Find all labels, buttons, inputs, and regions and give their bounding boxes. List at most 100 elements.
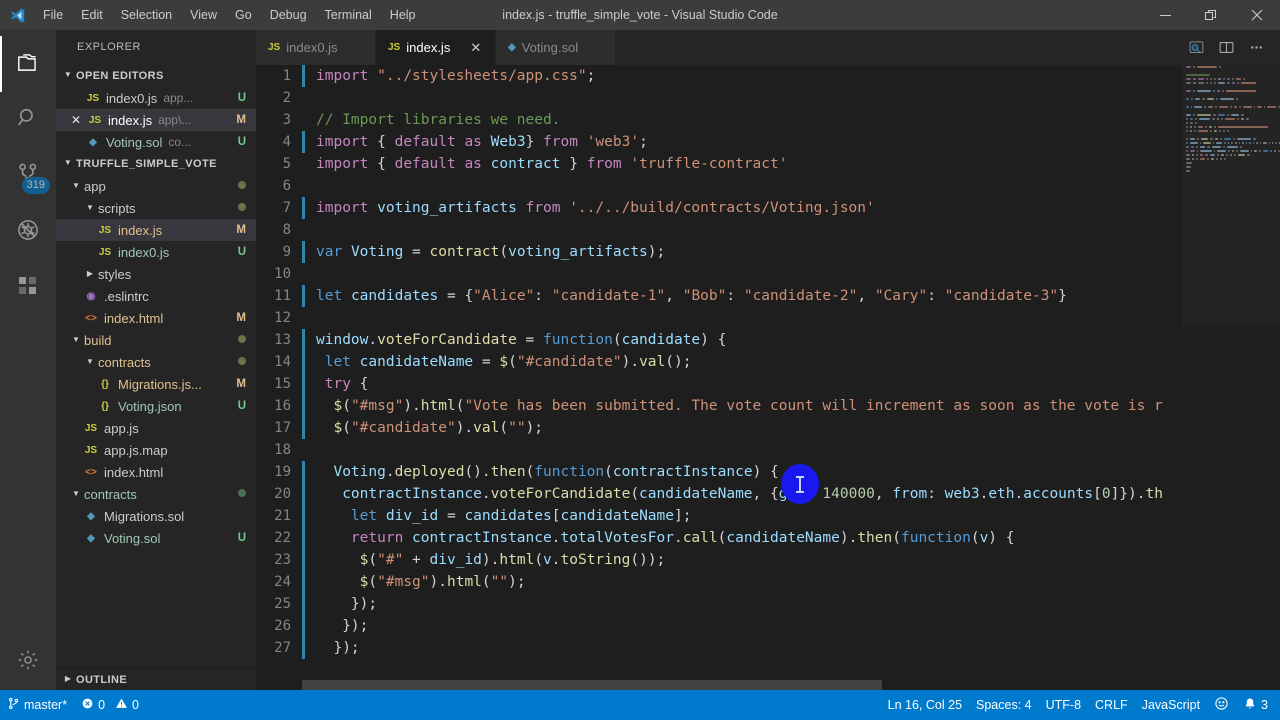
code-line[interactable]: 1 import "../stylesheets/app.css"; — [256, 65, 1280, 87]
code-text: import "../stylesheets/app.css"; — [316, 68, 596, 84]
code-line[interactable]: 14 let candidateName = $("#candidate").v… — [256, 351, 1280, 373]
menu-go[interactable]: Go — [226, 0, 261, 30]
open-editor-path: app\... — [158, 113, 192, 127]
code-line[interactable]: 15 try { — [256, 373, 1280, 395]
code-line[interactable]: 10 — [256, 263, 1280, 285]
activity-item-debug[interactable] — [0, 204, 56, 260]
menu-view[interactable]: View — [181, 0, 226, 30]
tree-item-migrations-sol[interactable]: ◆ Migrations.sol — [56, 505, 256, 527]
tree-item-contracts[interactable]: ▼ contracts — [56, 483, 256, 505]
status-branch[interactable]: master* — [0, 690, 74, 720]
section-outline[interactable]: ▶ OUTLINE — [56, 668, 256, 690]
tab-index0-js[interactable]: JS index0.js — [256, 30, 376, 65]
menu-debug[interactable]: Debug — [261, 0, 316, 30]
tab-label: index.js — [406, 40, 451, 55]
tree-item-scripts[interactable]: ▼ scripts — [56, 197, 256, 219]
tree-item-index-js[interactable]: JS index.js M — [56, 219, 256, 241]
tree-item-index-html-app[interactable]: <> index.html M — [56, 307, 256, 329]
activity-item-extensions[interactable] — [0, 260, 56, 316]
status-notifications[interactable]: 3 — [1236, 690, 1280, 720]
code-line[interactable]: 6 — [256, 175, 1280, 197]
activity-item-settings[interactable] — [0, 634, 56, 690]
ellipsis-icon[interactable] — [1242, 30, 1270, 65]
code-line[interactable]: 27 }); — [256, 637, 1280, 659]
code-line[interactable]: 9 var Voting = contract(voting_artifacts)… — [256, 241, 1280, 263]
split-editor-icon[interactable] — [1212, 30, 1240, 65]
restore-icon[interactable] — [1188, 0, 1234, 30]
warning-icon — [115, 697, 128, 713]
code-line[interactable]: 19 Voting.deployed().then(function(contr… — [256, 461, 1280, 483]
tree-item-app-js[interactable]: JS app.js — [56, 417, 256, 439]
open-editor-path: app... — [163, 91, 194, 105]
code-line[interactable]: 17 $("#candidate").val(""); — [256, 417, 1280, 439]
code-line[interactable]: 13 window.voteForCandidate = function(can… — [256, 329, 1280, 351]
horizontal-scrollbar[interactable] — [302, 680, 882, 690]
tree-item-label: index.html — [104, 310, 164, 326]
code-line[interactable]: 24 $("#msg").html(""); — [256, 571, 1280, 593]
open-editor-name: index.js — [108, 112, 153, 128]
code-text: let candidateName = $("#candidate").val(… — [324, 354, 692, 370]
code-editor[interactable]: 1 import "../stylesheets/app.css"; 2 3// Im… — [256, 65, 1280, 690]
minimap[interactable] — [1182, 65, 1280, 690]
menu-file[interactable]: File — [34, 0, 72, 30]
code-line[interactable]: 11 let candidates = {"Alice": "candidate-… — [256, 285, 1280, 307]
minimize-icon[interactable] — [1142, 0, 1188, 30]
code-line[interactable]: 3 // Import libraries we need. — [256, 109, 1280, 131]
preview-icon[interactable] — [1182, 30, 1210, 65]
code-line[interactable]: 2 — [256, 87, 1280, 109]
sidebar-explorer: EXPLORER ▼ OPEN EDITORS JS index0.js app… — [56, 30, 256, 690]
tree-item-styles[interactable]: ▶ styles — [56, 263, 256, 285]
menu-help[interactable]: Help — [381, 0, 425, 30]
status-feedback[interactable] — [1207, 690, 1236, 720]
code-line[interactable]: 25 }); — [256, 593, 1280, 615]
tree-item-voting-json[interactable]: {} Voting.json U — [56, 395, 256, 417]
code-line[interactable]: 8 — [256, 219, 1280, 241]
activity-item-explorer[interactable] — [0, 36, 56, 92]
code-line[interactable]: 12 — [256, 307, 1280, 329]
code-line[interactable]: 4 import { default as Web3} from 'web3'; — [256, 131, 1280, 153]
close-icon[interactable]: ✕ — [470, 40, 481, 56]
menu-selection[interactable]: Selection — [112, 0, 181, 30]
section-project-root[interactable]: ▼ TRUFFLE_SIMPLE_VOTE — [56, 153, 256, 175]
tab-index-js[interactable]: JS index.js ✕ — [376, 30, 496, 65]
tree-item-app-js-map[interactable]: JS app.js.map — [56, 439, 256, 461]
tree-item-voting-sol[interactable]: ◆ Voting.sol U — [56, 527, 256, 549]
tab-voting-sol[interactable]: ◆ Voting.sol — [496, 30, 616, 65]
code-line[interactable]: 21 let div_id = candidates[candidateName… — [256, 505, 1280, 527]
status-eol[interactable]: CRLF — [1088, 690, 1135, 720]
code-line[interactable]: 20 contractInstance.voteForCandidate(can… — [256, 483, 1280, 505]
code-line[interactable]: 18 — [256, 439, 1280, 461]
tree-item-build-contracts[interactable]: ▼ contracts — [56, 351, 256, 373]
status-language-mode[interactable]: JavaScript — [1135, 690, 1207, 720]
tree-item-eslintrc[interactable]: ◉ .eslintrc — [56, 285, 256, 307]
menu-edit[interactable]: Edit — [72, 0, 112, 30]
close-icon[interactable]: ✕ — [68, 113, 84, 127]
section-open-editors[interactable]: ▼ OPEN EDITORS — [56, 65, 256, 87]
code-line[interactable]: 5 import { default as contract } from 'tr… — [256, 153, 1280, 175]
open-editor-item[interactable]: JS index0.js app... U — [56, 87, 256, 109]
tree-item-app[interactable]: ▼ app — [56, 175, 256, 197]
tree-item-index-html-build[interactable]: <> index.html — [56, 461, 256, 483]
activity-item-search[interactable] — [0, 92, 56, 148]
menu-terminal[interactable]: Terminal — [316, 0, 381, 30]
tree-item-label: index.js — [118, 222, 163, 238]
tree-item-build[interactable]: ▼ build — [56, 329, 256, 351]
status-problems[interactable]: 0 0 — [74, 690, 146, 720]
status-indentation[interactable]: Spaces: 4 — [969, 690, 1039, 720]
tree-item-index0-js[interactable]: JS index0.js U — [56, 241, 256, 263]
code-lines[interactable]: 1 import "../stylesheets/app.css"; 2 3// Im… — [256, 65, 1280, 690]
activity-item-source-control[interactable]: 319 — [0, 148, 56, 204]
code-line[interactable]: 16 $("#msg").html("Vote has been submitt… — [256, 395, 1280, 417]
close-icon[interactable] — [1234, 0, 1280, 30]
open-editor-item[interactable]: ✕ JS index.js app\... M — [56, 109, 256, 131]
code-line[interactable]: 23 $("#" + div_id).html(v.toString()); — [256, 549, 1280, 571]
status-cursor-position[interactable]: Ln 16, Col 25 — [881, 690, 969, 720]
tree-item-migrations-json[interactable]: {} Migrations.js... M — [56, 373, 256, 395]
minimap-slider[interactable] — [1182, 65, 1280, 325]
code-line[interactable]: 7 import voting_artifacts from '../../bui… — [256, 197, 1280, 219]
open-editor-item[interactable]: ◆ Voting.sol co... U — [56, 131, 256, 153]
status-encoding[interactable]: UTF-8 — [1039, 690, 1088, 720]
code-line[interactable]: 26 }); — [256, 615, 1280, 637]
code-text: $("#" + div_id).html(v.toString()); — [359, 552, 666, 568]
code-line[interactable]: 22 return contractInstance.totalVotesFor… — [256, 527, 1280, 549]
